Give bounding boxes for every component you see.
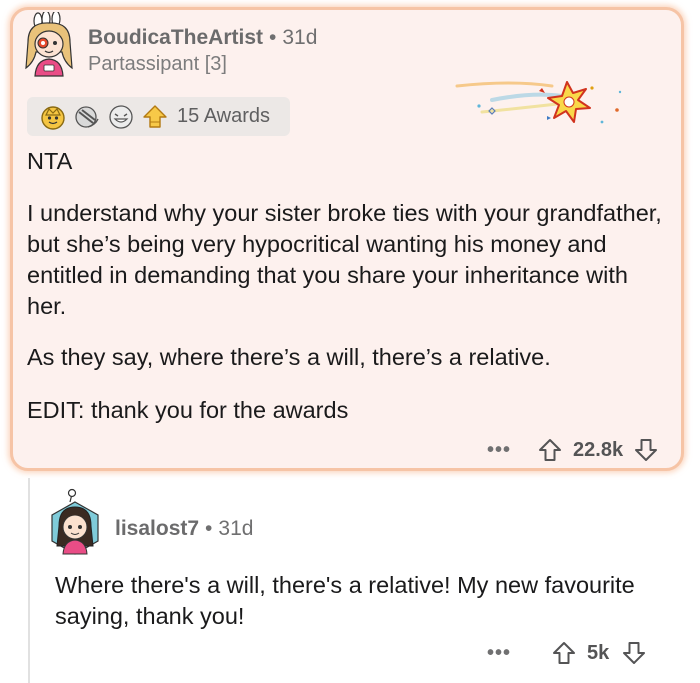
upvote-arrow-icon[interactable] [537,437,563,463]
downvote-arrow-icon[interactable] [621,640,647,666]
comment-paragraph: NTA [27,148,73,174]
awards-count: 15 Awards [177,105,271,127]
upvote-arrow-icon[interactable] [551,640,577,666]
reply-actions: ••• 5k [487,640,647,666]
comment-paragraph: As they say, where there’s a will, there… [27,344,551,370]
downvote-arrow-icon[interactable] [633,437,659,463]
awards-bar[interactable]: 15 Awards [27,97,290,136]
vote-score: 5k [587,641,610,664]
comment-paragraph: EDIT: thank you for the awards [27,397,349,423]
more-options-button[interactable]: ••• [487,642,511,665]
vote-score: 22.8k [573,438,624,461]
meta-separator: • [205,517,213,540]
more-options-button[interactable]: ••• [487,439,511,462]
shooting-star-award-animation-icon [455,81,622,124]
author-username[interactable]: BoudicaTheArtist [88,26,263,49]
user-avatar[interactable] [48,488,102,558]
meta-separator: • [269,26,277,49]
comment-actions: ••• 22.8k [487,437,659,463]
author-username[interactable]: lisalost7 [115,517,199,540]
comment-paragraph: I understand why your sister broke ties … [27,200,662,319]
gold-hat-award-icon [41,105,65,130]
reply-meta: lisalost7 • 31d [115,517,253,541]
user-flair: Partassipant [3] [88,53,227,75]
comment-age: 31d [282,26,318,49]
reply-body: Where there's a will, there's a relative… [55,572,635,629]
grinning-award-icon [109,104,133,129]
rocket-like-award-icon [143,104,167,128]
comment-thread: BoudicaTheArtist • 31d Partassipant [3] 15… [0,0,700,683]
comment-age: 31d [218,517,254,540]
thread-collapse-line[interactable] [28,478,30,683]
comment-meta: BoudicaTheArtist • 31d [88,26,317,50]
facepalm-award-icon [75,105,99,128]
user-avatar[interactable] [20,12,78,78]
